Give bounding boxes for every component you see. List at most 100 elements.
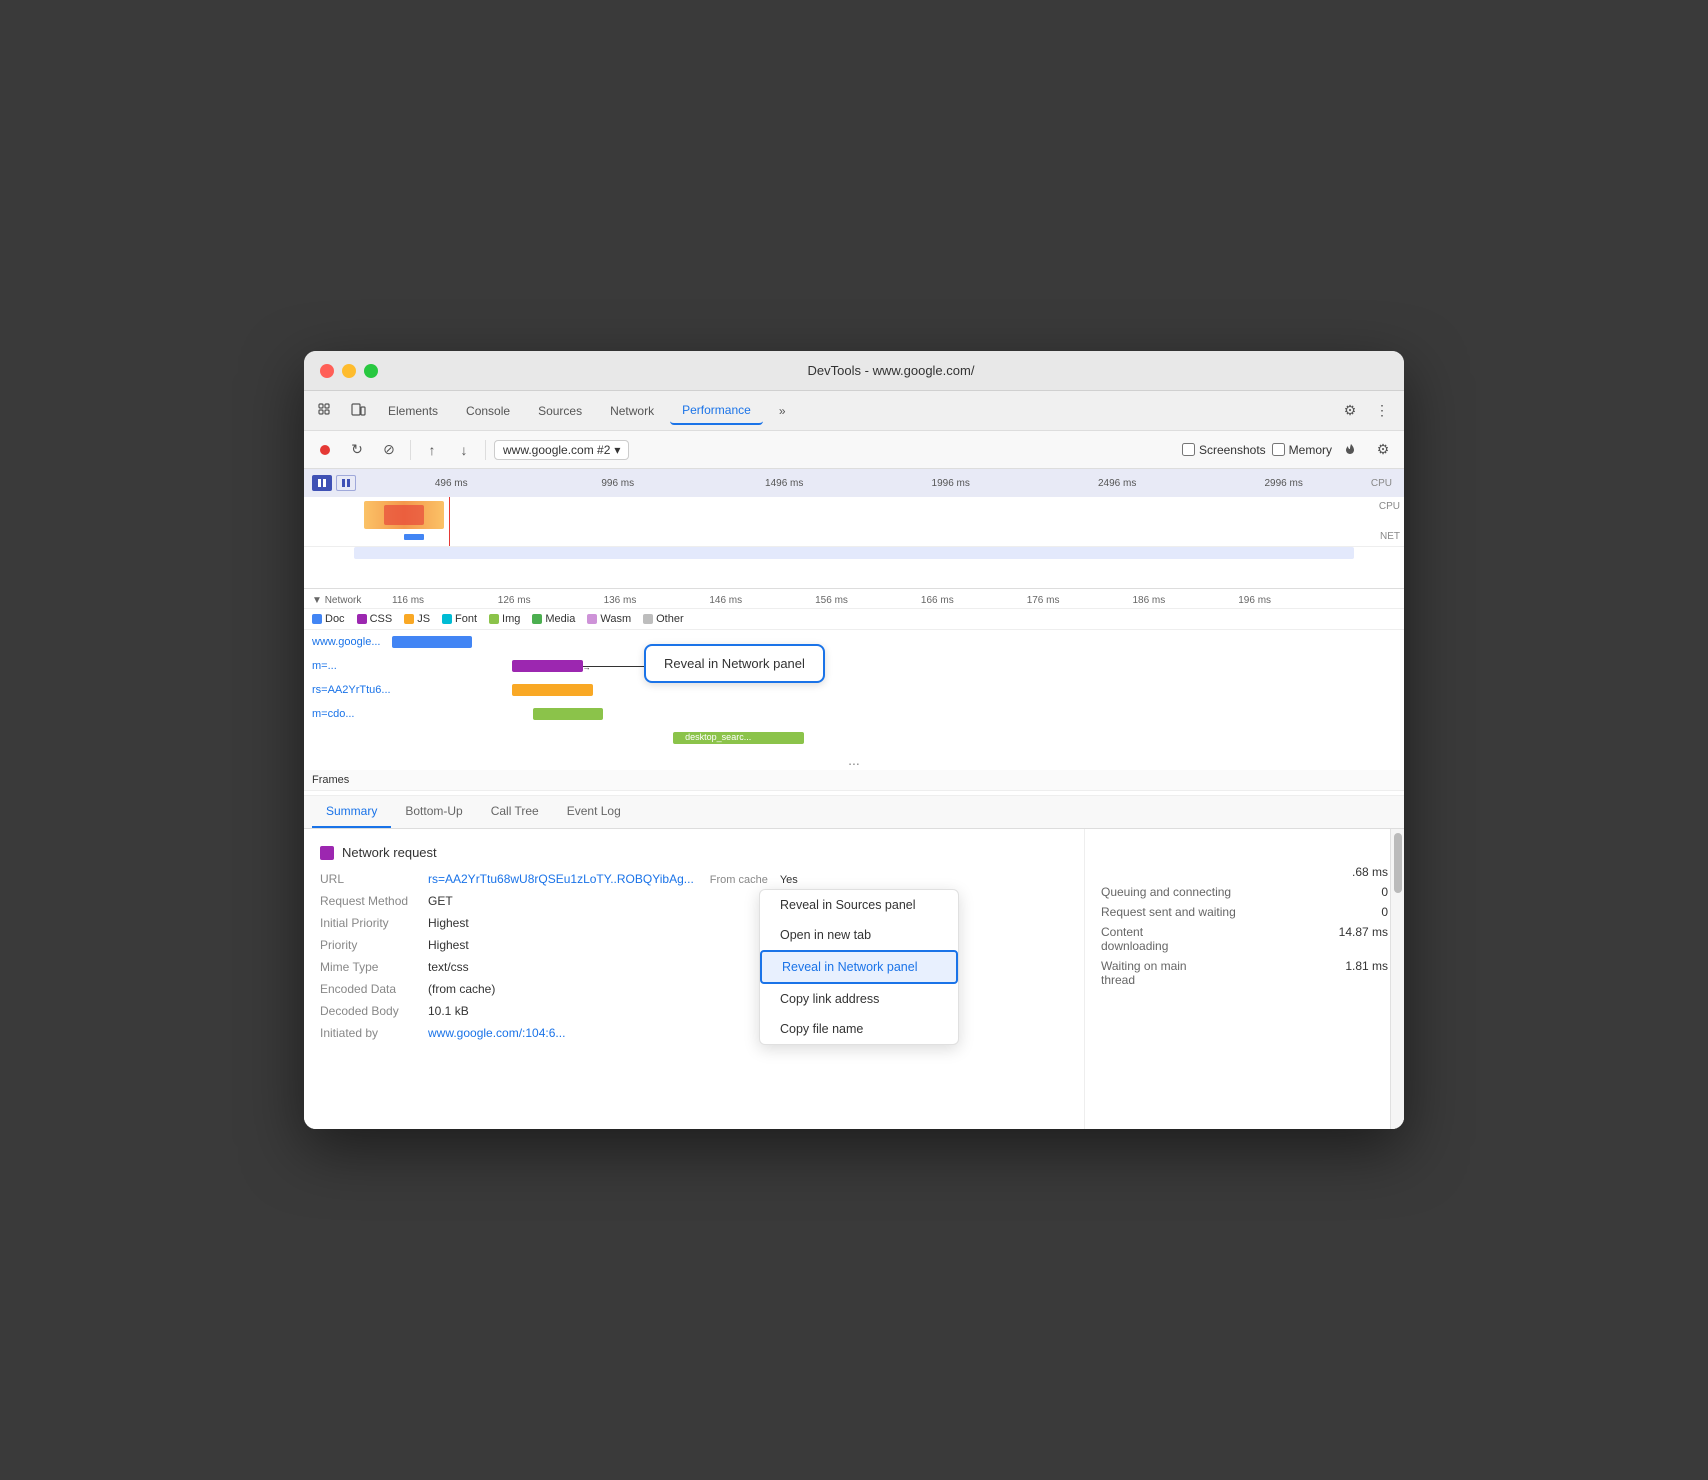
ellipsis-row: ... [304,750,1404,770]
maximize-button[interactable] [364,364,378,378]
tooltip-network-panel-1: Reveal in Network panel [644,644,825,683]
upload-button[interactable]: ↑ [419,437,445,463]
cpu-label-chart: CPU [1379,501,1400,512]
nt-row-1[interactable]: m=... → rs=AA2YrTtu6... Reveal in Netwo [304,654,1404,678]
pause-icon[interactable] [312,475,332,491]
nt-row-2[interactable]: rs=AA2YrTtu6... [304,678,1404,702]
device-toolbar-icon[interactable] [344,397,372,425]
from-cache-label: From cache [710,874,768,886]
tab-bottom-up[interactable]: Bottom-Up [391,796,476,828]
url-selector[interactable]: www.google.com #2 ▾ [494,440,629,460]
tab-console[interactable]: Console [454,398,522,424]
inspect-icon[interactable] [312,397,340,425]
net-label-chart: NET [1380,531,1400,542]
nt-legend: Doc CSS JS Font Img [304,609,1404,630]
tab-network[interactable]: Network [598,398,666,424]
decoded-value: 10.1 kB [428,1004,469,1018]
tick-3: 1996 ms [867,478,1033,489]
download-button[interactable]: ↓ [451,437,477,463]
mime-label: Mime Type [320,960,420,974]
nt-label-4 [312,732,392,744]
memory-checkbox[interactable]: Memory [1272,443,1332,457]
legend-img: Img [489,613,520,625]
nt-bar-3 [533,708,603,720]
more-tabs-icon[interactable]: » [767,398,798,424]
legend-js-dot [404,614,414,624]
summary-panel: Network request URL rs=AA2YrTtu68wU8rQSE… [304,829,1084,1129]
devtools-body: Elements Console Sources Network Perform… [304,391,1404,1129]
encoded-label: Encoded Data [320,982,420,996]
titlebar: DevTools - www.google.com/ [304,351,1404,391]
tick-5: 2996 ms [1200,478,1366,489]
nt-tick-8: 196 ms [1238,595,1344,606]
nt-ruler: ▼ Network 116 ms 126 ms 136 ms 146 ms 15… [304,593,1404,609]
scrollbar-thumb[interactable] [1394,833,1402,893]
nt-label-2: rs=AA2YrTtu6... [312,684,392,696]
timeline-area: 496 ms 996 ms 1496 ms 1996 ms 2496 ms 29… [304,469,1404,589]
tick-0: 496 ms [368,478,534,489]
minimize-button[interactable] [342,364,356,378]
context-menu: Reveal in Sources panel Open in new tab … [759,889,959,1045]
nt-row-3[interactable]: m=cdo... [304,702,1404,726]
tab-call-tree[interactable]: Call Tree [477,796,553,828]
init-priority-value: Highest [428,916,469,930]
tab-elements[interactable]: Elements [376,398,450,424]
tab-event-log[interactable]: Event Log [553,796,635,828]
memory-label: Memory [1289,443,1332,457]
duration-value: .68 ms [1352,865,1388,879]
tab-performance[interactable]: Performance [670,397,763,425]
legend-wasm-label: Wasm [600,613,631,625]
nt-row-4[interactable]: desktop_searc... [304,726,1404,750]
devtools-window: DevTools - www.google.com/ Elements Cons… [304,351,1404,1129]
ctx-open-new-tab[interactable]: Open in new tab [760,920,958,950]
screenshots-checkbox[interactable]: Screenshots [1182,443,1266,457]
nt-tick-7: 186 ms [1132,595,1238,606]
legend-css-dot [357,614,367,624]
tab-sources[interactable]: Sources [526,398,594,424]
queuing-label: Queuing and connecting [1101,885,1231,899]
cpu-peak [384,505,424,525]
legend-font-dot [442,614,452,624]
priority-value: Highest [428,938,469,952]
record-button[interactable] [312,437,338,463]
section-icon [320,846,334,860]
ctx-reveal-sources[interactable]: Reveal in Sources panel [760,890,958,920]
nt-row-0[interactable]: www.google... [304,630,1404,654]
clear-button[interactable]: ⊘ [376,437,402,463]
reload-button[interactable]: ↻ [344,437,370,463]
more-vert-icon[interactable]: ⋮ [1368,397,1396,425]
legend-other-dot [643,614,653,624]
memory-check[interactable] [1272,443,1285,456]
url-value[interactable]: rs=AA2YrTtu68wU8rQSEu1zLoTY..ROBQYibAg..… [428,872,694,886]
screenshots-check[interactable] [1182,443,1195,456]
close-button[interactable] [320,364,334,378]
from-cache-value: Yes [780,874,798,886]
divider1 [410,440,411,460]
ctx-reveal-network[interactable]: Reveal in Network panel [760,950,958,984]
scrollbar-right[interactable] [1390,829,1404,1129]
settings2-button[interactable]: ⚙ [1370,437,1396,463]
frames-label: Frames [312,774,349,786]
init-priority-label: Initial Priority [320,916,420,930]
arrow-head: → [583,663,591,672]
content-area: Network request URL rs=AA2YrTtu68wU8rQSE… [304,829,1404,1129]
flame-icon[interactable] [1338,437,1364,463]
legend-media: Media [532,613,575,625]
legend-other-label: Other [656,613,684,625]
legend-js-label: JS [417,613,430,625]
tab-summary[interactable]: Summary [312,796,391,828]
step-icon[interactable] [336,475,356,491]
section-title-text: Network request [342,845,437,860]
waiting-value: 1.81 ms [1345,959,1388,987]
network-timeline: ▼ Network 116 ms 126 ms 136 ms 146 ms 15… [304,589,1404,796]
nt-bar-label-4: desktop_searc... [683,732,753,742]
ctx-copy-link[interactable]: Copy link address [760,984,958,1014]
request-label: Request sent and waiting [1101,905,1236,919]
ctx-copy-filename[interactable]: Copy file name [760,1014,958,1044]
nt-tick-3: 146 ms [709,595,815,606]
tick-4: 2496 ms [1034,478,1200,489]
stat-queuing: Queuing and connecting 0 [1101,885,1388,899]
legend-font: Font [442,613,477,625]
settings-icon[interactable]: ⚙ [1336,397,1364,425]
initiated-value[interactable]: www.google.com/:104:6... [428,1026,565,1040]
